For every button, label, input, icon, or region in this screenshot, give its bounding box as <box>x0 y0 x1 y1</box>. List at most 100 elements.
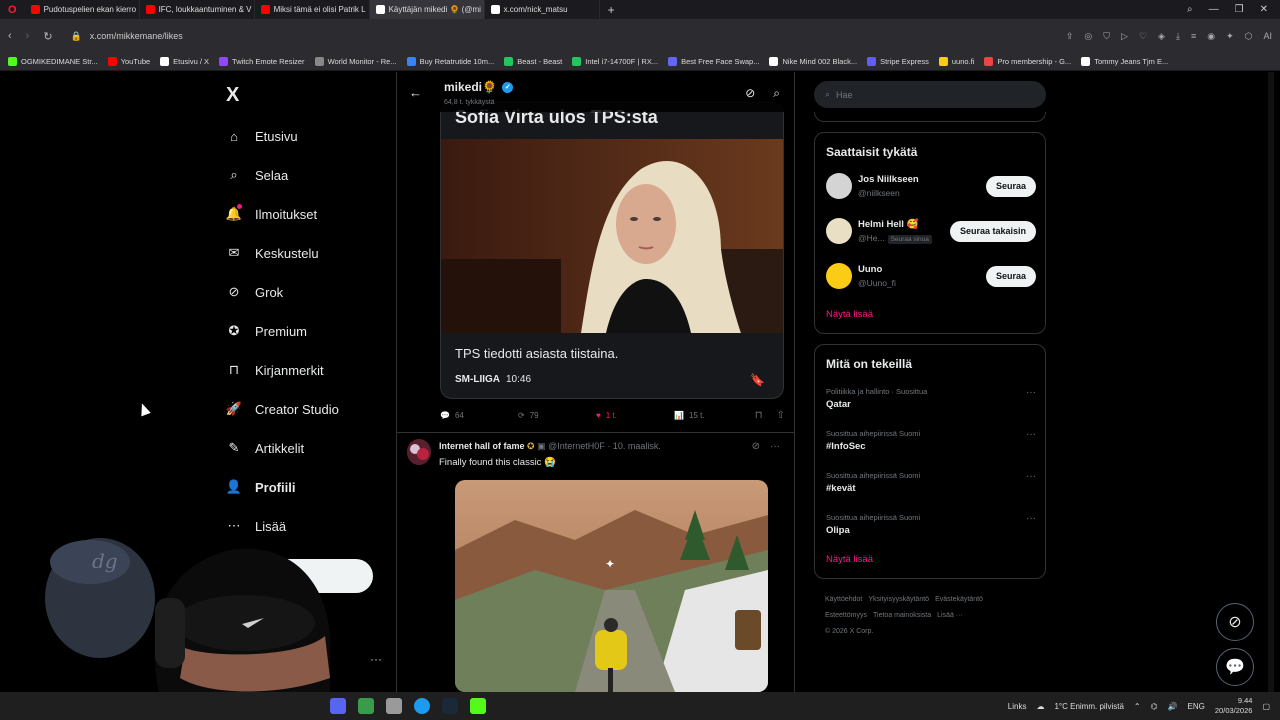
footer-link[interactable]: Yksityisyyskäytäntö <box>868 596 929 603</box>
bookmark-item[interactable]: Best Free Face Swap... <box>668 57 759 66</box>
trend-more-icon[interactable]: ··· <box>1026 387 1036 398</box>
bookmark-item[interactable]: YouTube <box>107 57 150 66</box>
shield-app-icon[interactable] <box>386 698 402 714</box>
steam-icon[interactable] <box>442 698 458 714</box>
volume-icon[interactable]: 🔊 <box>1168 702 1178 711</box>
footer-link[interactable]: Evästekäytäntö <box>935 596 983 603</box>
bookmark-item[interactable]: Etusivu / X <box>160 57 209 66</box>
reload-button[interactable]: ↻ <box>43 30 52 43</box>
app-green-icon[interactable] <box>358 698 374 714</box>
suggestion-avatar[interactable] <box>826 218 852 244</box>
suggestion-name[interactable]: Helmi Hell 🥰 <box>858 219 932 230</box>
suggestion-row[interactable]: Uuno @Uuno_fi Seuraa <box>826 263 1036 289</box>
nav-item-mail[interactable]: ✉ Keskustelu <box>226 245 319 261</box>
grok-icon[interactable]: ⊘ <box>745 86 755 101</box>
new-tab-button[interactable]: + <box>600 3 623 17</box>
nav-item-profile[interactable]: 👤 Profiili <box>226 479 296 495</box>
trend-item[interactable]: Suosittua aihepiirissä Suomi #kevät ··· <box>826 471 1036 494</box>
nav-item-rocket[interactable]: 🚀 Creator Studio <box>226 401 339 417</box>
footer-link[interactable]: Tietoa mainoksista <box>873 612 931 619</box>
close-window-button[interactable]: ✕ <box>1260 4 1268 15</box>
box-icon[interactable]: ⬡ <box>1245 31 1253 42</box>
bookmark-icon[interactable]: ⊓ <box>755 410 763 421</box>
back-arrow-icon[interactable]: ← <box>409 85 422 100</box>
extension-icon[interactable]: ✦ <box>1226 31 1234 42</box>
share-icon[interactable]: ⇧ <box>777 410 785 421</box>
edge-icon[interactable] <box>414 698 430 714</box>
show-more-link[interactable]: Näytä lisää <box>826 309 873 320</box>
trend-item[interactable]: Suosittua aihepiirissä Suomi #InfoSec ··· <box>826 429 1036 452</box>
bookmark-item[interactable]: Beast - Beast <box>504 57 562 66</box>
suggestion-name[interactable]: Jos Niilkseen <box>858 174 919 185</box>
network-icon[interactable]: ⌬ <box>1151 702 1158 711</box>
messages-fab-button[interactable]: 💬 <box>1216 648 1254 686</box>
suggestion-avatar[interactable] <box>826 173 852 199</box>
trend-item[interactable]: Suosittua aihepiirissä Suomi Olipa ··· <box>826 513 1036 536</box>
nav-item-premium[interactable]: ✪ Premium <box>226 323 307 339</box>
suggestion-row[interactable]: Helmi Hell 🥰 @He... Seuraa sinua Seuraa tak… <box>826 218 1036 244</box>
like-button[interactable]: ♥ 1 t. <box>596 411 674 420</box>
discord-icon[interactable] <box>330 698 346 714</box>
links-toolbar[interactable]: Links <box>1008 702 1027 711</box>
grok-fab-button[interactable]: ⊘ <box>1216 603 1254 641</box>
minimize-button[interactable]: — <box>1209 4 1219 15</box>
browser-tab[interactable]: Käyttäjän mikedi 🌻 (@mi <box>369 0 485 19</box>
download-icon[interactable]: ⤓ <box>1176 31 1180 42</box>
follow-button[interactable]: Seuraa <box>985 265 1036 287</box>
repost-button[interactable]: ⟳ 79 <box>518 411 596 420</box>
author-avatar[interactable] <box>407 439 431 465</box>
address-bar[interactable]: 🔒 x.com/mikkemane/likes <box>66 24 1052 48</box>
news-card[interactable]: Sofia Virta ulos TPS:sta TPS tiedotti as… <box>440 102 784 399</box>
bookmark-item[interactable]: Buy Retatrutide 10m... <box>406 57 494 66</box>
shield-icon[interactable]: ⛉ <box>1103 31 1110 42</box>
trend-more-icon[interactable]: ··· <box>1026 471 1036 482</box>
camera-icon[interactable]: ◎ <box>1084 31 1092 42</box>
nav-item-bell[interactable]: 🔔 Ilmoitukset <box>226 204 317 222</box>
forward-button[interactable]: › <box>26 30 30 42</box>
trend-item[interactable]: Politiikka ja hallinto · Suosittua Qatar ·… <box>826 387 1036 410</box>
author-handle[interactable]: @InternetH0F <box>548 441 605 451</box>
nav-item-article[interactable]: ✎ Artikkelit <box>226 440 305 456</box>
heart-icon[interactable]: ♡ <box>1139 31 1147 42</box>
reply-button[interactable]: 💬 64 <box>440 411 518 420</box>
back-button[interactable]: ‹ <box>8 30 12 42</box>
play-icon[interactable]: ▷ <box>1121 31 1128 42</box>
cube-icon[interactable]: ◈ <box>1158 31 1165 42</box>
footer-link[interactable]: Käyttöehdot <box>825 596 862 603</box>
bookmark-item[interactable]: World Monitor - Re... <box>314 57 397 66</box>
suggestion-row[interactable]: Jos Niilkseen @niilkseen Seuraa <box>826 173 1036 199</box>
browser-tab[interactable]: Pudotuspelien ekan kierro <box>25 0 140 19</box>
browser-tab[interactable]: Miksi tämä ei olisi Patrik L <box>255 0 370 19</box>
maximize-button[interactable]: ❐ <box>1235 4 1244 15</box>
follow-button[interactable]: Seuraa <box>985 175 1036 197</box>
x-logo[interactable]: X <box>226 84 239 107</box>
bookmark-item[interactable]: Twitch Emote Resizer <box>219 57 305 66</box>
profile-icon[interactable]: ◉ <box>1207 31 1215 42</box>
post-date[interactable]: · 10. maalisk. <box>607 441 661 451</box>
bookmark-item[interactable]: Nike Mind 002 Black... <box>769 57 857 66</box>
kick-icon[interactable] <box>470 698 486 714</box>
bookmark-item[interactable]: Intel i7-14700F | RX... <box>572 57 658 66</box>
notifications-icon[interactable]: ▢ <box>1262 702 1270 711</box>
trend-more-icon[interactable]: ··· <box>1026 513 1036 524</box>
bookmark-item[interactable]: Pro membership - G... <box>984 57 1071 66</box>
opera-logo-icon[interactable]: O <box>0 4 25 16</box>
ai-icon[interactable]: AI <box>1263 31 1272 42</box>
search-icon[interactable]: ⌕ <box>773 86 780 101</box>
tray-chevron-icon[interactable]: ⌃ <box>1134 702 1141 711</box>
author-name[interactable]: Internet hall of fame <box>439 441 525 451</box>
video-player[interactable]: ✦ <box>455 480 768 692</box>
footer-link[interactable]: Esteettömyys <box>825 612 867 619</box>
nav-item-home[interactable]: ⌂ Etusivu <box>226 128 298 144</box>
share-icon[interactable]: ⇪ <box>1066 31 1074 42</box>
menu-icon[interactable]: ≡ <box>1191 31 1196 42</box>
bookmark-item[interactable]: OGMIKEDIMANE Str... <box>8 57 98 66</box>
more-options-icon[interactable]: ··· <box>770 441 780 452</box>
account-menu-dots[interactable]: ··· <box>370 652 382 666</box>
footer-link[interactable]: Lisää ··· <box>937 612 963 619</box>
follow-button[interactable]: Seuraa takaisin <box>949 220 1036 242</box>
bookmark-item[interactable]: Stripe Express <box>867 57 929 66</box>
clock[interactable]: 9.44 20/03/2026 <box>1215 696 1253 716</box>
trends-show-more-link[interactable]: Näytä lisää <box>826 554 873 565</box>
suggestion-name[interactable]: Uuno <box>858 264 896 275</box>
